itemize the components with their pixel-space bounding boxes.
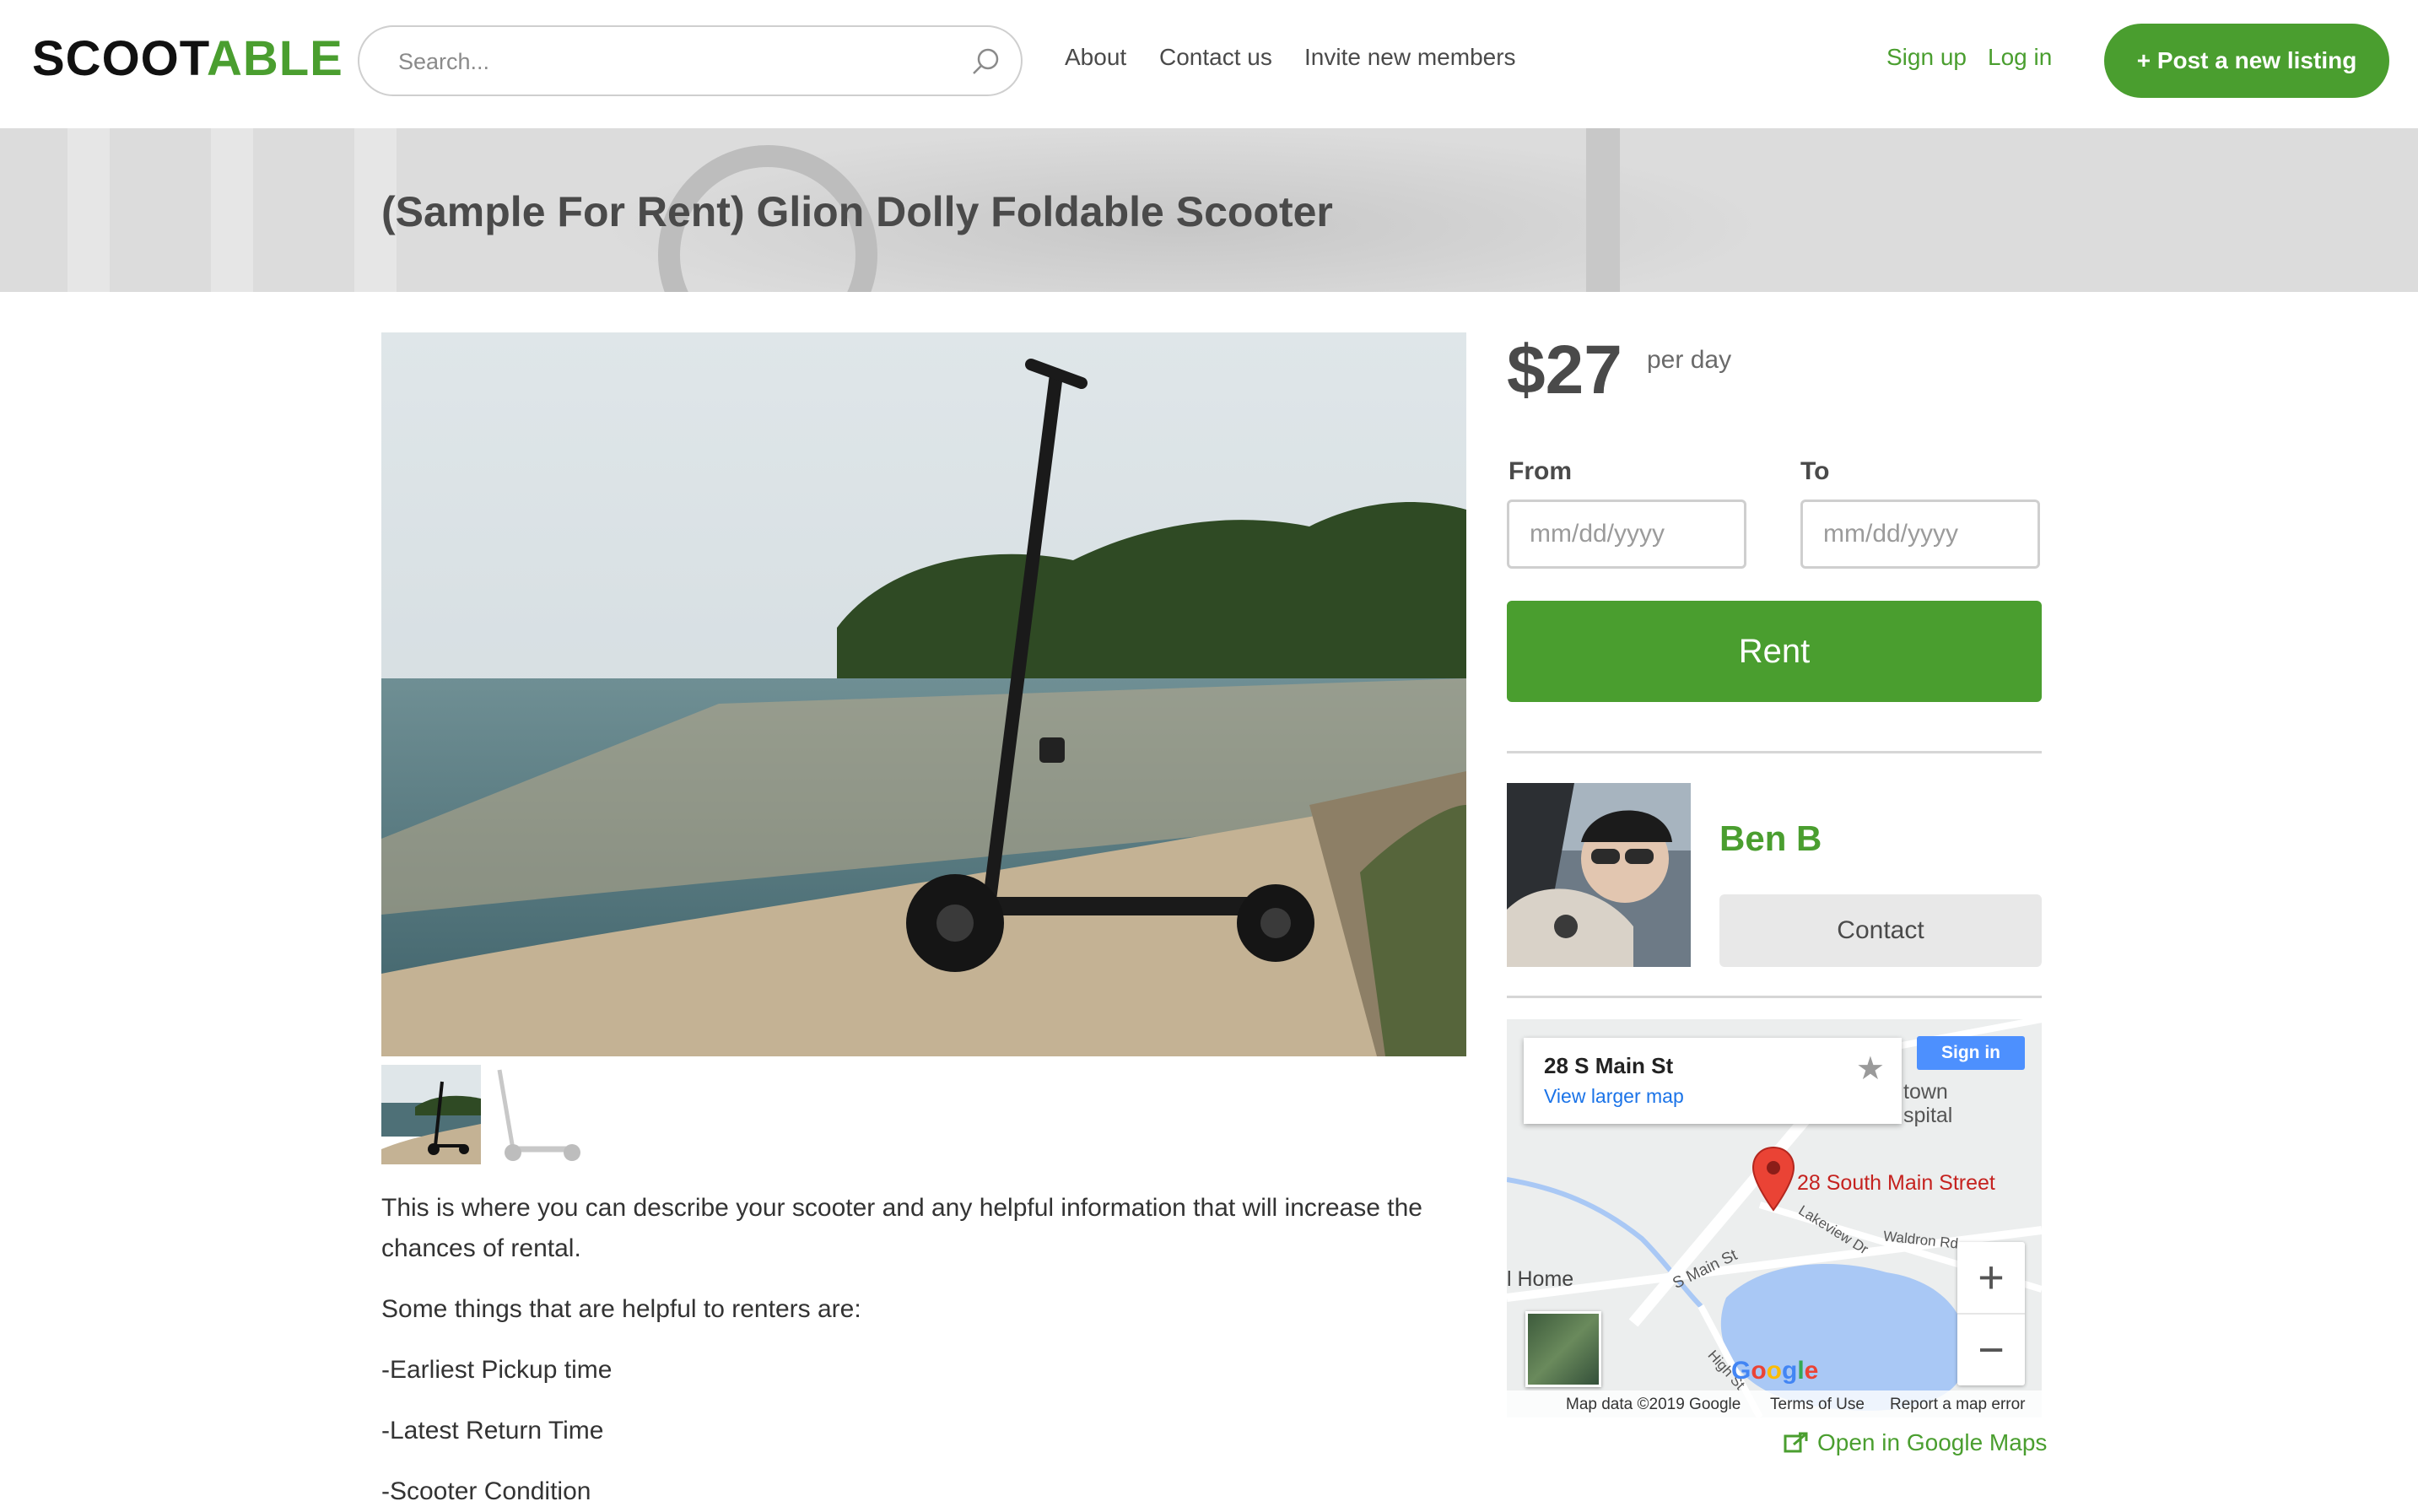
view-larger-map-link[interactable]: View larger map [1544, 1085, 1684, 1108]
map-zoom-control: + − [1957, 1242, 2025, 1385]
listing-title: (Sample For Rent) Glion Dolly Foldable S… [381, 188, 1333, 235]
external-link-icon [1784, 1432, 1808, 1453]
hero-decoration [67, 128, 110, 292]
price-unit: per day [1647, 346, 1732, 374]
thumbnail-studio-image [488, 1065, 587, 1164]
search-icon[interactable] [969, 46, 1002, 79]
map-address: 28 S Main St [1544, 1053, 1674, 1078]
author-avatar[interactable] [1507, 783, 1691, 967]
map-sign-in-button[interactable]: Sign in [1917, 1036, 2025, 1070]
description-paragraph: -Scooter Condition [381, 1477, 591, 1505]
zoom-out-button[interactable]: − [1957, 1315, 2025, 1385]
open-google-maps-link[interactable]: Open in Google Maps [1784, 1429, 2047, 1456]
map-footer: Map data ©2019 Google Terms of Use Repor… [1507, 1390, 2042, 1418]
log-in-link[interactable]: Log in [1988, 44, 2052, 71]
from-date-input[interactable] [1507, 500, 1746, 569]
satellite-toggle[interactable] [1525, 1311, 1601, 1387]
post-listing-button[interactable]: + Post a new listing [2104, 24, 2389, 98]
search-input[interactable] [397, 42, 940, 81]
sign-up-link[interactable]: Sign up [1886, 44, 1967, 71]
rent-button[interactable]: Rent [1507, 601, 2042, 702]
author-name[interactable]: Ben B [1719, 818, 1822, 859]
to-date-input[interactable] [1800, 500, 2040, 569]
from-date-label: From [1509, 457, 1572, 485]
nav-about-link[interactable]: About [1065, 44, 1126, 71]
map-data-credit: Map data ©2019 Google [1566, 1396, 1741, 1413]
google-logo: Google [1731, 1357, 1819, 1385]
open-google-maps-label: Open in Google Maps [1817, 1429, 2048, 1455]
hero-banner: (Sample For Rent) Glion Dolly Foldable S… [0, 128, 2418, 292]
map-place-label: town [1903, 1080, 1948, 1104]
description-paragraph: -Earliest Pickup time [381, 1356, 613, 1384]
map-place-label: spital [1903, 1104, 1953, 1127]
hero-decoration [211, 128, 253, 292]
section-divider [1507, 996, 2042, 998]
nav-invite-link[interactable]: Invite new members [1304, 44, 1516, 71]
to-date-label: To [1800, 457, 1830, 485]
section-divider [1507, 751, 2042, 753]
star-icon[interactable]: ★ [1856, 1050, 1885, 1088]
listing-main-image[interactable] [381, 332, 1466, 1056]
logo-text-main: SCOOT [32, 31, 207, 86]
scooter-beach-photo [381, 332, 1466, 1056]
contact-author-button[interactable]: Contact [1719, 894, 2042, 967]
map-terms-link[interactable]: Terms of Use [1770, 1396, 1865, 1414]
description-paragraph: Some things that are helpful to renters … [381, 1295, 861, 1323]
zoom-in-button[interactable]: + [1957, 1242, 2025, 1315]
description-paragraph: This is where you can describe your scoo… [381, 1194, 1422, 1262]
thumbnail-beach-image [381, 1065, 481, 1164]
map-place-label: l Home [1507, 1267, 1574, 1291]
map-pin-icon[interactable] [1751, 1146, 1795, 1213]
map-report-error-link[interactable]: Report a map error [1890, 1396, 2026, 1414]
thumbnail-1[interactable] [381, 1065, 481, 1164]
search-box [358, 25, 1023, 96]
description-paragraph: -Latest Return Time [381, 1417, 604, 1444]
location-map[interactable]: 28 S Main St View larger map ★ Sign in t… [1507, 1019, 2042, 1418]
nav-contact-link[interactable]: Contact us [1159, 44, 1272, 71]
map-info-card: 28 S Main St View larger map ★ [1524, 1038, 1902, 1124]
map-pin-label: 28 South Main Street [1797, 1171, 1995, 1195]
thumbnail-2[interactable] [488, 1065, 587, 1164]
top-bar: SCOOTABLE About Contact us Invite new me… [0, 0, 2418, 130]
logo-text-accent: ABLE [206, 31, 343, 86]
avatar-image [1507, 783, 1691, 967]
listing-price: $27 [1507, 332, 1622, 408]
hero-decoration [1586, 128, 1620, 292]
logo[interactable]: SCOOTABLE [32, 30, 343, 87]
